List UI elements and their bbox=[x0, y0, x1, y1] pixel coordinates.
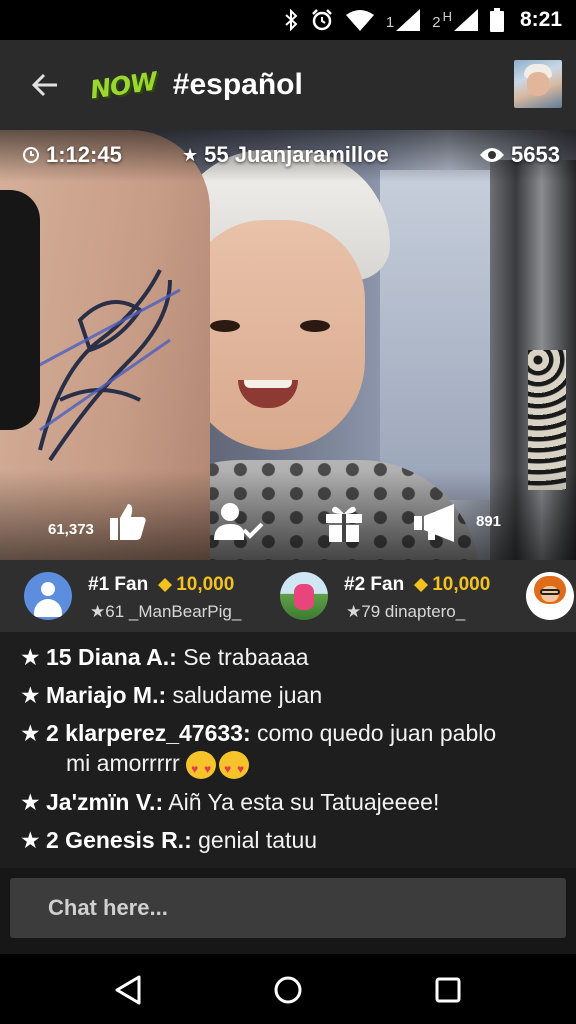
thumbs-up-icon bbox=[110, 504, 146, 540]
fan-2-username: ★79 dinaptero_ bbox=[346, 602, 466, 621]
chat-text: como quedo juan pablo bbox=[257, 720, 497, 746]
eye-icon bbox=[480, 148, 505, 162]
chat-input-area bbox=[0, 868, 576, 954]
battery-icon bbox=[489, 8, 504, 32]
nav-recents-button[interactable] bbox=[424, 968, 472, 1012]
back-button[interactable] bbox=[0, 40, 90, 130]
heart-eyes-emoji-icon bbox=[219, 750, 250, 784]
signal-icon bbox=[453, 9, 478, 31]
sim1-signal: 1 bbox=[385, 9, 421, 31]
sim1-label: 1 bbox=[385, 14, 395, 31]
fan-1-rank: #1 Fan bbox=[88, 574, 149, 595]
star-icon: ★ bbox=[20, 826, 41, 853]
circle-home-icon bbox=[274, 976, 302, 1004]
fan-1-username: ★61 _ManBearPig_ bbox=[90, 602, 242, 621]
fan-3-avatar[interactable] bbox=[526, 572, 574, 620]
star-icon: ★ bbox=[20, 788, 41, 815]
top-fans-bar: #1 Fan 10,000 ★61 _ManBearPig_ #2 Fan 10… bbox=[0, 560, 576, 632]
live-video[interactable]: 1:12:45 ★ 55 Juanjaramilloe 5653 61,373 … bbox=[0, 130, 576, 560]
chat-message: ★ 15 Diana A.: Se trabaaaa bbox=[20, 642, 556, 672]
triangle-back-icon bbox=[115, 975, 141, 1005]
gift-button[interactable] bbox=[326, 502, 362, 542]
square-recents-icon bbox=[435, 977, 461, 1003]
sim2-label: 2 bbox=[432, 14, 441, 31]
host-name: 55 Juanjaramilloe bbox=[204, 142, 389, 167]
elapsed-time: 1:12:45 bbox=[46, 142, 122, 167]
chat-text: saludame juan bbox=[172, 682, 323, 708]
fan-1-title: #1 Fan 10,000 bbox=[88, 574, 234, 596]
signal-icon bbox=[396, 9, 421, 31]
fan-2-avatar[interactable] bbox=[280, 572, 328, 620]
like-count: 61,373 bbox=[48, 521, 94, 538]
chat-feed[interactable]: ★ 15 Diana A.: Se trabaaaa ★ Mariajo M.:… bbox=[0, 632, 576, 868]
clock-icon bbox=[23, 147, 39, 163]
nav-home-button[interactable] bbox=[264, 968, 312, 1012]
shoutout-count: 891 bbox=[476, 513, 502, 530]
chat-message: ★ 2 Genesis R.: genial tatuu bbox=[20, 825, 556, 855]
like-button[interactable] bbox=[108, 502, 148, 542]
chat-text-continued: mi amorrrrr bbox=[46, 748, 556, 784]
arrow-left-icon bbox=[31, 73, 57, 97]
chat-username[interactable]: 15 Diana A.: bbox=[46, 644, 177, 670]
fan-1-avatar[interactable] bbox=[24, 572, 72, 620]
viewer-count: 5653 bbox=[479, 142, 560, 168]
megaphone-icon bbox=[414, 504, 454, 542]
sim2-signal: 2 H bbox=[432, 9, 478, 31]
coin-icon bbox=[158, 578, 173, 592]
chat-input[interactable] bbox=[10, 878, 566, 938]
channel-title: #español bbox=[172, 68, 303, 101]
chat-username[interactable]: Ja'zmïn V.: bbox=[46, 789, 163, 815]
coin-icon bbox=[414, 578, 429, 592]
follow-user-icon bbox=[214, 503, 264, 540]
fan-2-title: #2 Fan 10,000 bbox=[344, 574, 490, 596]
follow-button[interactable] bbox=[214, 502, 264, 542]
status-bar: 1 2 H 8:21 bbox=[0, 0, 576, 40]
fan-2-coins: 10,000 bbox=[414, 574, 490, 596]
heart-eyes-emoji-icon bbox=[186, 750, 217, 784]
host-label[interactable]: ★ 55 Juanjaramilloe bbox=[182, 142, 389, 168]
stream-timer: 1:12:45 bbox=[22, 142, 122, 168]
now-logo: NOW bbox=[88, 65, 159, 105]
alarm-icon bbox=[310, 8, 334, 32]
fan-1-coins: 10,000 bbox=[158, 574, 234, 596]
network-type-label: H bbox=[442, 9, 452, 24]
system-nav-bar bbox=[0, 954, 576, 1024]
nav-back-button[interactable] bbox=[104, 968, 152, 1012]
chat-message: ★ 2 klarperez_47633: como quedo juan pab… bbox=[20, 718, 556, 784]
chat-text: genial tatuu bbox=[198, 826, 318, 853]
host-avatar[interactable] bbox=[514, 60, 562, 108]
fan-2-rank: #2 Fan bbox=[344, 574, 405, 595]
star-icon: ★ bbox=[20, 682, 41, 708]
star-icon: ★ bbox=[182, 144, 199, 165]
viewer-count-value: 5653 bbox=[511, 142, 560, 167]
star-icon: ★ bbox=[20, 720, 41, 746]
chat-text: Aiñ Ya esta su Tatuajeeee! bbox=[168, 788, 440, 815]
chat-text: Se trabaaaa bbox=[183, 644, 309, 670]
chat-username[interactable]: 2 Genesis R.: bbox=[46, 827, 192, 853]
wifi-icon bbox=[345, 9, 374, 31]
app-bar: NOW #español bbox=[0, 40, 576, 130]
clock: 8:21 bbox=[519, 8, 562, 31]
chat-username[interactable]: 2 klarperez_47633: bbox=[46, 720, 251, 746]
chat-message: ★ Mariajo M.: saludame juan bbox=[20, 680, 556, 710]
chat-username[interactable]: Mariajo M.: bbox=[46, 682, 166, 708]
shoutout-button[interactable] bbox=[414, 504, 460, 542]
star-icon: ★ bbox=[20, 644, 41, 670]
gift-icon bbox=[326, 506, 362, 542]
bluetooth-icon bbox=[284, 9, 298, 31]
chat-message: ★ Ja'zmïn V.: Aiñ Ya esta su Tatuajeeee! bbox=[20, 787, 556, 817]
